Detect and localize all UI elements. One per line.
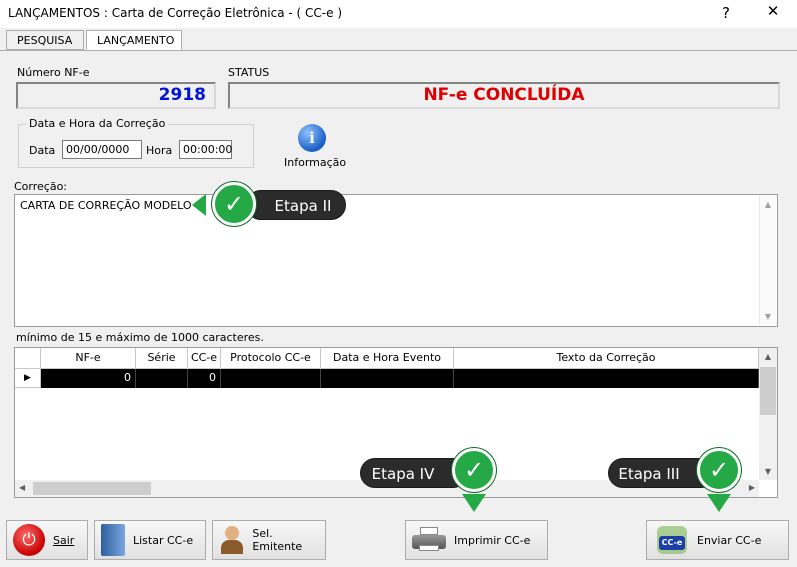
- tab-lancamento[interactable]: LANÇAMENTO: [86, 30, 182, 50]
- enviar-label: Enviar CC-e: [697, 533, 762, 547]
- imprimir-cce-button[interactable]: Imprimir CC-e: [405, 520, 548, 560]
- printer-icon: [412, 527, 446, 553]
- status-field: NF-e CONCLUÍDA: [228, 82, 780, 109]
- cell-protocolo[interactable]: [221, 369, 321, 388]
- scroll-up-icon[interactable]: ▲: [760, 200, 776, 209]
- power-icon: ⏻: [13, 524, 45, 556]
- time-input[interactable]: 00:00:00: [179, 140, 232, 159]
- row-indicator-icon: ▶: [15, 369, 41, 388]
- cell-data-evento[interactable]: [321, 369, 454, 388]
- scroll-right-icon[interactable]: ▶: [749, 483, 755, 492]
- emitente-label: Sel. Emitente: [252, 527, 303, 553]
- date-input[interactable]: 00/00/0000: [62, 140, 142, 159]
- scroll-up-icon[interactable]: ▲: [759, 352, 777, 361]
- scroll-left-icon[interactable]: ◀: [19, 483, 25, 492]
- callout-etapa-2: Etapa II: [246, 190, 346, 220]
- user-gear-icon: [219, 524, 244, 556]
- scroll-down-icon[interactable]: ▼: [760, 312, 776, 321]
- check-icon: ✓: [697, 448, 741, 492]
- tab-divider: [0, 50, 797, 51]
- correction-label: Correção:: [14, 180, 68, 193]
- column-header-data-evento[interactable]: Data e Hora Evento: [321, 348, 454, 369]
- column-header-nfe[interactable]: NF-e: [41, 348, 136, 369]
- correction-textarea[interactable]: CARTA DE CORREÇÃO MODELO ▲ ▼: [14, 194, 778, 327]
- column-header-cce[interactable]: CC-e: [188, 348, 221, 369]
- cell-texto[interactable]: [454, 369, 759, 388]
- listar-cce-button[interactable]: Listar CC-e: [94, 520, 206, 560]
- help-button[interactable]: ?: [722, 4, 730, 22]
- column-header-serie[interactable]: Série: [136, 348, 188, 369]
- sair-button[interactable]: ⏻ Sair: [6, 520, 88, 560]
- callout-pointer: [192, 194, 206, 216]
- status-label: STATUS: [228, 66, 270, 79]
- column-header-texto[interactable]: Texto da Correção: [454, 348, 759, 369]
- datetime-group-title: Data e Hora da Correção: [26, 117, 169, 130]
- cce-send-icon: CC-e: [653, 524, 689, 556]
- correction-hint: mínimo de 15 e máximo de 1000 caracteres…: [16, 331, 264, 344]
- cell-nfe[interactable]: 0: [41, 369, 136, 388]
- check-icon: ✓: [212, 182, 256, 226]
- scroll-thumb-horizontal[interactable]: [33, 482, 151, 495]
- listar-label: Listar CC-e: [133, 533, 194, 547]
- cell-serie[interactable]: [136, 369, 188, 388]
- cell-cce[interactable]: 0: [188, 369, 221, 388]
- close-button[interactable]: ✕: [762, 2, 784, 24]
- check-icon: ✓: [452, 448, 496, 492]
- time-label: Hora: [146, 144, 173, 157]
- scroll-down-icon[interactable]: ▼: [759, 467, 777, 476]
- memo-scrollbar[interactable]: ▲ ▼: [759, 196, 776, 325]
- callout-pointer: [707, 494, 731, 512]
- column-header-protocolo[interactable]: Protocolo CC-e: [221, 348, 321, 369]
- sair-label: Sair: [53, 533, 75, 547]
- info-label[interactable]: Informação: [284, 156, 346, 169]
- window-title: LANÇAMENTOS : Carta de Correção Eletrôni…: [8, 6, 342, 20]
- binder-icon: [101, 524, 125, 556]
- scroll-thumb[interactable]: [760, 367, 776, 415]
- imprimir-label: Imprimir CC-e: [454, 533, 531, 547]
- nf-number-field: 2918: [16, 82, 216, 109]
- nf-label: Número NF-e: [17, 66, 90, 79]
- info-icon[interactable]: i: [298, 124, 326, 152]
- grid-corner: [15, 348, 41, 369]
- enviar-cce-button[interactable]: CC-e Enviar CC-e: [646, 520, 789, 560]
- title-bar: LANÇAMENTOS : Carta de Correção Eletrôni…: [0, 0, 797, 28]
- callout-pointer: [462, 494, 486, 512]
- sel-emitente-button[interactable]: Sel. Emitente: [212, 520, 326, 560]
- date-label: Data: [29, 144, 56, 157]
- grid-vertical-scrollbar[interactable]: ▲ ▼: [759, 348, 777, 480]
- correction-text: CARTA DE CORREÇÃO MODELO: [20, 199, 192, 212]
- tab-pesquisa[interactable]: PESQUISA: [6, 30, 84, 50]
